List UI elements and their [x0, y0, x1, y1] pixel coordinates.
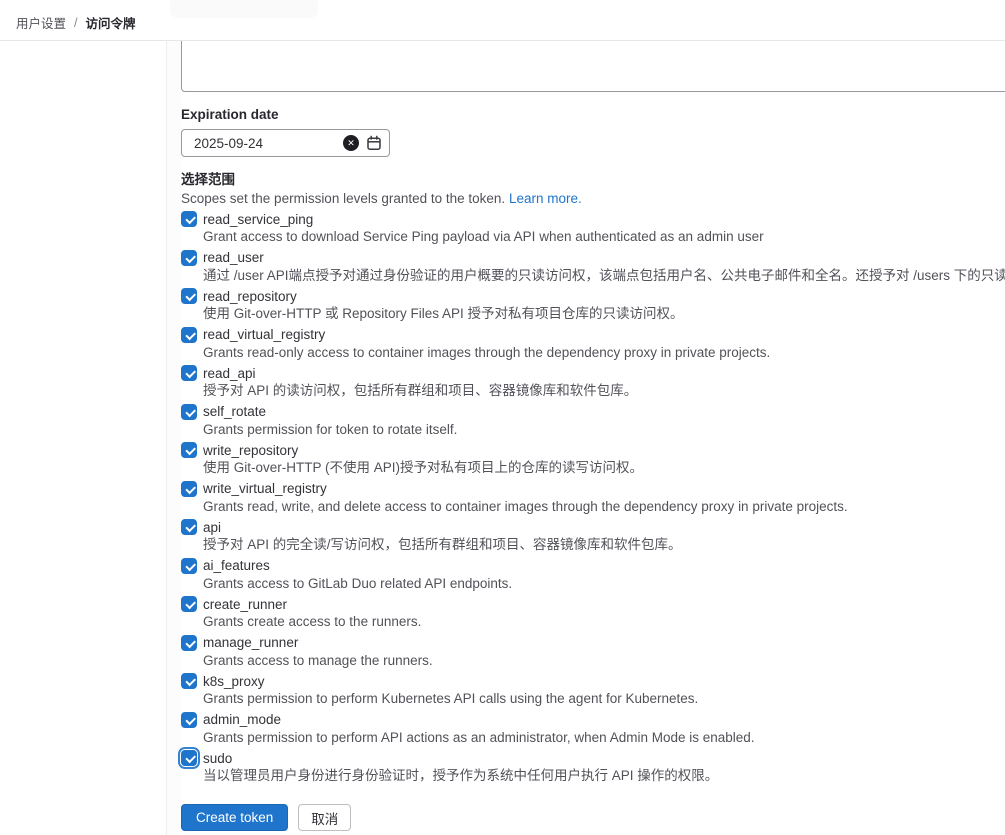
scope-checkbox[interactable] [181, 404, 197, 420]
scope-checkbox[interactable] [181, 288, 197, 304]
scope-description: Grants access to manage the runners. [203, 652, 1005, 670]
scope-description: Grants permission to perform Kubernetes … [203, 690, 1005, 708]
scope-description: 使用 Git-over-HTTP (不使用 API)授予对私有项目上的仓库的读写… [203, 459, 1005, 477]
scope-checkbox[interactable] [181, 750, 197, 766]
scopes-intro-text: Scopes set the permission levels granted… [181, 191, 582, 206]
scope-checkbox[interactable] [181, 712, 197, 728]
scope-row: sudo 当以管理员用户身份进行身份验证时，授予作为系统中任何用户执行 API … [181, 749, 1005, 785]
scope-row: read_api 授予对 API 的读访问权，包括所有群组和项目、容器镜像库和软… [181, 364, 1005, 400]
scope-row: create_runner Grants create access to th… [181, 595, 1005, 631]
scope-row: write_virtual_registry Grants read, writ… [181, 480, 1005, 516]
scope-row-header: read_api [181, 364, 1005, 382]
scope-description: 授予对 API 的完全读/写访问权，包括所有群组和项目、容器镜像库和软件包库。 [203, 536, 1005, 554]
scope-row-header: write_virtual_registry [181, 480, 1005, 498]
cropped-element-remnant [170, 0, 318, 18]
form-actions: Create token 取消 [181, 804, 351, 831]
scope-name-label[interactable]: self_rotate [203, 404, 266, 419]
scope-checkbox[interactable] [181, 673, 197, 689]
scope-checkbox[interactable] [181, 442, 197, 458]
scope-description: 通过 /user API端点授予对通过身份验证的用户概要的只读访问权，该端点包括… [203, 267, 1005, 285]
scope-row-header: write_repository [181, 441, 1005, 459]
breadcrumb-link-user-settings[interactable]: 用户设置 [16, 13, 66, 32]
scope-row-header: admin_mode [181, 711, 1005, 729]
scope-name-label[interactable]: k8s_proxy [203, 674, 265, 689]
breadcrumb-separator: / [74, 16, 77, 30]
scope-row: api 授予对 API 的完全读/写访问权，包括所有群组和项目、容器镜像库和软件… [181, 518, 1005, 554]
scope-name-label[interactable]: write_virtual_registry [203, 481, 327, 496]
scope-checkbox[interactable] [181, 635, 197, 651]
scope-name-label[interactable]: read_virtual_registry [203, 327, 325, 342]
scope-row: read_virtual_registry Grants read-only a… [181, 326, 1005, 362]
scope-row: read_user 通过 /user API端点授予对通过身份验证的用户概要的只… [181, 249, 1005, 285]
breadcrumb: 用户设置 / 访问令牌 [16, 13, 136, 32]
scope-description: Grants read-only access to container ima… [203, 344, 1005, 362]
scope-row-header: manage_runner [181, 634, 1005, 652]
scope-description: Grants access to GitLab Duo related API … [203, 575, 1005, 593]
scope-row-header: ai_features [181, 557, 1005, 575]
scope-row: read_service_ping Grant access to downlo… [181, 210, 1005, 246]
scopes-intro-label: Scopes set the permission levels granted… [181, 191, 509, 206]
scope-row-header: create_runner [181, 595, 1005, 613]
scope-description: Grant access to download Service Ping pa… [203, 228, 1005, 246]
expiration-date-input[interactable] [182, 136, 343, 151]
content-left-gutter [167, 41, 181, 835]
expiration-date-label: Expiration date [181, 107, 279, 122]
scope-checkbox[interactable] [181, 481, 197, 497]
calendar-icon[interactable] [366, 135, 382, 151]
scope-checkbox[interactable] [181, 211, 197, 227]
scope-row-header: api [181, 518, 1005, 536]
scope-checkbox[interactable] [181, 365, 197, 381]
scope-name-label[interactable]: write_repository [203, 443, 298, 458]
breadcrumb-bar: 用户设置 / 访问令牌 [0, 0, 1005, 41]
learn-more-link[interactable]: Learn more. [509, 191, 582, 206]
scope-row-header: self_rotate [181, 403, 1005, 421]
scope-row: read_repository 使用 Git-over-HTTP 或 Repos… [181, 287, 1005, 323]
scope-checkbox[interactable] [181, 596, 197, 612]
scopes-list: read_service_ping Grant access to downlo… [181, 210, 1005, 788]
scope-description: Grants read, write, and delete access to… [203, 498, 1005, 516]
scope-checkbox[interactable] [181, 519, 197, 535]
scope-checkbox[interactable] [181, 558, 197, 574]
scope-row-header: read_virtual_registry [181, 326, 1005, 344]
scope-description: Grants permission for token to rotate it… [203, 421, 1005, 439]
scope-row-header: k8s_proxy [181, 672, 1005, 690]
scope-name-label[interactable]: ai_features [203, 558, 270, 573]
scope-name-label[interactable]: read_user [203, 250, 264, 265]
scope-name-label[interactable]: read_repository [203, 289, 297, 304]
scope-description: 使用 Git-over-HTTP 或 Repository Files API … [203, 305, 1005, 323]
cancel-button[interactable]: 取消 [298, 804, 351, 831]
scope-row: k8s_proxy Grants permission to perform K… [181, 672, 1005, 708]
scope-row: manage_runner Grants access to manage th… [181, 634, 1005, 670]
scope-name-label[interactable]: read_api [203, 366, 256, 381]
scope-row-header: read_user [181, 249, 1005, 267]
scope-name-label[interactable]: create_runner [203, 597, 287, 612]
scopes-section-heading: 选择范围 [181, 168, 235, 188]
scope-name-label[interactable]: read_service_ping [203, 212, 313, 227]
scope-row: write_repository 使用 Git-over-HTTP (不使用 A… [181, 441, 1005, 477]
create-token-button[interactable]: Create token [181, 804, 288, 831]
scope-checkbox[interactable] [181, 327, 197, 343]
scope-row-header: read_service_ping [181, 210, 1005, 228]
scope-row: ai_features Grants access to GitLab Duo … [181, 557, 1005, 593]
clear-date-icon[interactable]: ✕ [343, 135, 359, 151]
scope-description: Grants permission to perform API actions… [203, 729, 1005, 747]
scope-row: self_rotate Grants permission for token … [181, 403, 1005, 439]
scope-name-label[interactable]: sudo [203, 751, 232, 766]
scope-description: 授予对 API 的读访问权，包括所有群组和项目、容器镜像库和软件包库。 [203, 382, 1005, 400]
breadcrumb-current-access-tokens: 访问令牌 [86, 13, 136, 32]
scope-description: 当以管理员用户身份进行身份验证时，授予作为系统中任何用户执行 API 操作的权限… [203, 767, 1005, 785]
scope-description: Grants create access to the runners. [203, 613, 1005, 631]
scope-name-label[interactable]: api [203, 520, 221, 535]
scope-name-label[interactable]: admin_mode [203, 712, 281, 727]
expiration-date-field[interactable]: ✕ [181, 129, 390, 157]
scope-checkbox[interactable] [181, 250, 197, 266]
scope-row-header: read_repository [181, 287, 1005, 305]
scope-row: admin_mode Grants permission to perform … [181, 711, 1005, 747]
scope-row-header: sudo [181, 749, 1005, 767]
scope-name-label[interactable]: manage_runner [203, 635, 298, 650]
